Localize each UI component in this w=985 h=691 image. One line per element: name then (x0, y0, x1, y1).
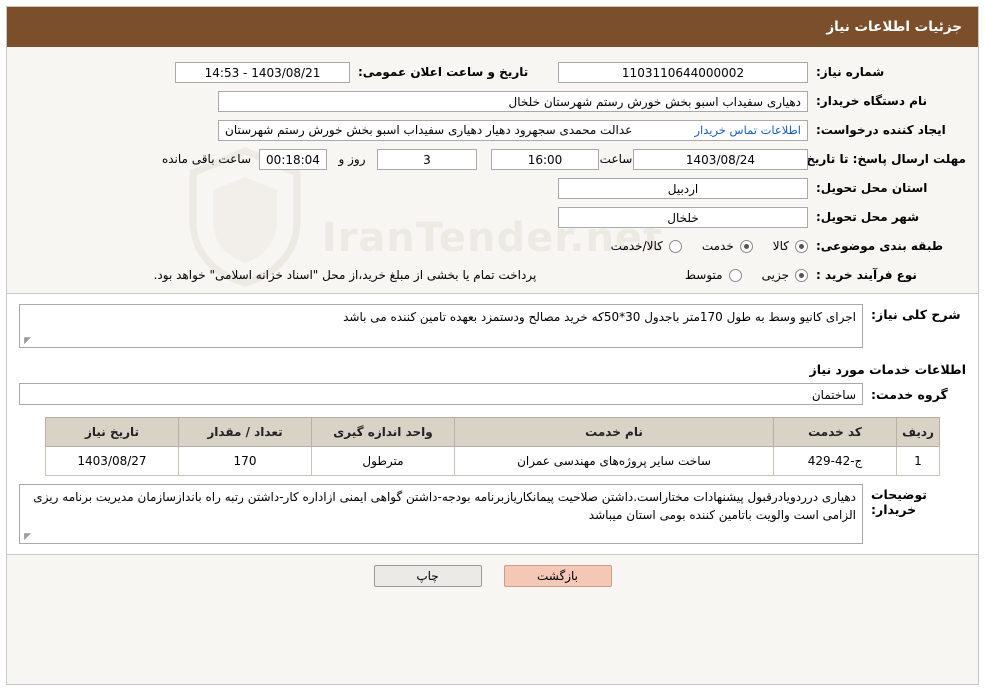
window-titlebar: جزئیات اطلاعات نیاز (7, 7, 978, 47)
row-purchase-type: نوع فرآیند خرید : جزیی متوسط پرداخت تمام… (19, 264, 966, 286)
row-province: استان محل تحویل: اردبیل (19, 177, 966, 199)
deadline-days-label: روز و (338, 152, 366, 166)
row-requester: ایجاد کننده درخواست: اطلاعات تماس خریدار… (19, 119, 966, 141)
row-need-number: شماره نیاز: 1103110644000002 تاریخ و ساع… (19, 61, 966, 83)
col-service-code: کد خدمت (773, 417, 897, 447)
deadline-days: 3 (377, 148, 477, 170)
page-container: جزئیات اطلاعات نیاز IranTender.net شماره… (6, 6, 979, 685)
radio-category-kala-khedmat-label: کالا/خدمت (610, 239, 663, 253)
service-group-row: گروه خدمت: ساختمان (7, 381, 978, 413)
radio-category-khedmat[interactable] (739, 239, 753, 253)
general-description-textarea[interactable]: اجرای کانیو وسط به طول 170متر باجدول 30*… (19, 304, 863, 348)
need-number-label: شماره نیاز: (816, 65, 885, 79)
requester-value-box: اطلاعات تماس خریدار عدالت محمدی سجهرود د… (218, 119, 808, 141)
cell-service-name: ساخت سایر پروژه‌های مهندسی عمران (454, 446, 774, 476)
category-label: طبقه بندی موضوعی: (816, 239, 944, 253)
radio-category-khedmat-label: خدمت (701, 239, 734, 253)
table-row: 1 ج-42-429 ساخت سایر پروژه‌های مهندسی عم… (45, 446, 940, 476)
general-description-value: اجرای کانیو وسط به طول 170متر باجدول 30*… (343, 310, 856, 324)
col-unit: واحد اندازه گیری (311, 417, 455, 447)
purchase-type-note: پرداخت تمام یا بخشی از مبلغ خرید،از محل … (153, 268, 537, 282)
province-label: استان محل تحویل: (816, 181, 928, 195)
cell-radif: 1 (896, 446, 940, 476)
general-description-label: شرح کلی نیاز: (871, 307, 961, 322)
page-body: IranTender.net شماره نیاز: 1103110644000… (7, 47, 978, 684)
buyer-notes-label: توضیحات خریدار: (871, 487, 927, 517)
col-need-date: تاریخ نیاز (45, 417, 179, 447)
resize-grip-icon[interactable]: ◤ (22, 337, 31, 346)
radio-category-kala-label: کالا (772, 239, 789, 253)
cell-quantity: 170 (178, 446, 312, 476)
table-header-row: ردیف کد خدمت نام خدمت واحد اندازه گیری ت… (45, 417, 940, 447)
buyer-contact-link[interactable]: اطلاعات تماس خریدار (694, 121, 801, 140)
radio-purchase-motevaset-label: متوسط (684, 268, 723, 282)
services-section-title: اطلاعات خدمات مورد نیاز (809, 362, 967, 377)
cell-need-date: 1403/08/27 (45, 446, 179, 476)
row-city: شهر محل تحویل: خلخال (19, 206, 966, 228)
deadline-remaining: 00:18:04 (259, 148, 327, 170)
purchase-type-label: نوع فرآیند خرید : (816, 268, 917, 282)
services-table: ردیف کد خدمت نام خدمت واحد اندازه گیری ت… (45, 417, 940, 476)
deadline-time-label: ساعت (599, 152, 633, 166)
services-table-wrap: ردیف کد خدمت نام خدمت واحد اندازه گیری ت… (7, 413, 978, 480)
page-title: جزئیات اطلاعات نیاز (826, 19, 962, 35)
row-buyer-org: نام دستگاه خریدار: دهیاری سفیداب اسبو بخ… (19, 90, 966, 112)
cell-unit: مترطول (311, 446, 455, 476)
radio-category-kala-khedmat[interactable] (668, 239, 682, 253)
content: شماره نیاز: 1103110644000002 تاریخ و ساع… (7, 47, 978, 595)
need-number-value: 1103110644000002 (558, 61, 808, 83)
announce-datetime-value: 1403/08/21 - 14:53 (175, 61, 350, 83)
back-button[interactable]: بازگشت (503, 565, 612, 587)
purchase-type-radio-group: جزیی متوسط (671, 268, 808, 282)
print-button[interactable]: چاپ (373, 565, 482, 587)
row-deadline: مهلت ارسال پاسخ: تا تاریخ: 1403/08/24 سا… (19, 148, 966, 170)
requester-label: ایجاد کننده درخواست: (816, 123, 946, 137)
province-value: اردبیل (558, 177, 808, 199)
radio-purchase-jozee[interactable] (795, 268, 808, 282)
deadline-date: 1403/08/24 (633, 148, 808, 170)
radio-category-kala[interactable] (795, 239, 808, 253)
buyer-notes-value: دهیاری درردویادرقبول پیشنهادات مختاراست.… (33, 490, 856, 522)
city-label: شهر محل تحویل: (816, 210, 920, 224)
footer-buttons: بازگشت چاپ (7, 555, 978, 595)
deadline-label: مهلت ارسال پاسخ: تا تاریخ: (801, 151, 966, 166)
deadline-remaining-label: ساعت باقی مانده (161, 152, 251, 166)
general-description-row: شرح کلی نیاز: اجرای کانیو وسط به طول 170… (7, 294, 978, 356)
col-quantity: تعداد / مقدار (178, 417, 312, 447)
service-group-label: گروه خدمت: (871, 386, 948, 402)
buyer-notes-textarea[interactable]: دهیاری درردویادرقبول پیشنهادات مختاراست.… (19, 484, 863, 544)
top-info-section: شماره نیاز: 1103110644000002 تاریخ و ساع… (7, 47, 978, 286)
cell-service-code: ج-42-429 (773, 446, 897, 476)
buyer-notes-row: توضیحات خریدار: دهیاری درردویادرقبول پیش… (7, 480, 978, 554)
announce-datetime-label: تاریخ و ساعت اعلان عمومی: (358, 65, 529, 79)
category-radio-group: کالا خدمت کالا/خدمت (597, 239, 808, 253)
city-value: خلخال (558, 206, 808, 228)
resize-grip-icon-2[interactable]: ◤ (22, 533, 31, 542)
description-band: شرح کلی نیاز: اجرای کانیو وسط به طول 170… (7, 293, 978, 555)
radio-purchase-motevaset[interactable] (728, 268, 742, 282)
row-category: طبقه بندی موضوعی: کالا خدمت کالا/خدمت (19, 235, 966, 257)
service-group-value: ساختمان (19, 383, 863, 405)
buyer-org-label: نام دستگاه خریدار: (816, 94, 927, 108)
radio-purchase-jozee-label: جزیی (761, 268, 789, 282)
col-service-name: نام خدمت (454, 417, 774, 447)
deadline-time: 16:00 (491, 148, 599, 170)
requester-value: عدالت محمدی سجهرود دهیار دهیاری سفیداب ا… (225, 122, 633, 137)
buyer-org-value: دهیاری سفیداب اسبو بخش خورش رستم شهرستان… (218, 90, 808, 112)
col-radif: ردیف (896, 417, 940, 447)
